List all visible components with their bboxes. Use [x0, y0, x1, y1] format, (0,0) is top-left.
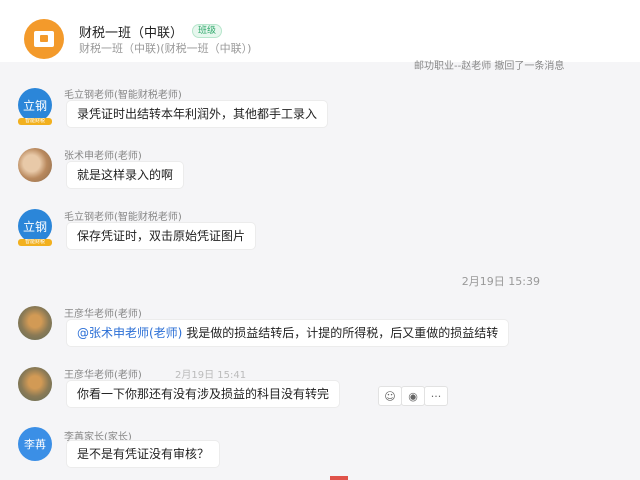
avatar[interactable] — [18, 367, 52, 401]
avatar-tag: 智能财税 — [18, 118, 52, 125]
mention-link[interactable]: @张术申老师(老师) — [77, 326, 182, 340]
class-badge: 班级 — [192, 24, 223, 38]
avatar-label: 立钢 — [22, 98, 47, 113]
message-bubble[interactable]: 录凭证时出结转本年利润外，其他都手工录入 — [67, 101, 328, 127]
message-bubble[interactable]: 是不是有凭证没有审核？ — [67, 441, 220, 467]
message-sender[interactable]: 王彦华老师(老师) — [64, 305, 142, 320]
book-icon — [34, 31, 54, 47]
avatar-tag: 智能财税 — [18, 239, 52, 246]
more-icon: ··· — [430, 389, 442, 403]
chat-header: 财税一班（中联） 班级 财税一班（中联)(财税一班（中联）) — [0, 0, 640, 62]
message-sender[interactable]: 王彦华老师(老师) — [64, 366, 142, 381]
more-button[interactable]: ··· — [424, 386, 448, 406]
bottom-bar — [0, 476, 640, 480]
time-divider-label: 2月19日 15:39 — [461, 275, 540, 288]
emoji-reaction-button[interactable]: ☺ — [378, 386, 402, 406]
message-bubble[interactable]: 你看一下你那还有没有涉及损益的科目没有转完 — [67, 381, 340, 407]
scroll-indicator — [330, 476, 348, 480]
view-button[interactable]: ◉ — [401, 386, 425, 406]
message-text: 我是做的损益结转后，计提的所得税，后又重做的损益结转 — [182, 326, 499, 340]
message-time: 2月19日 15:41 — [175, 370, 247, 381]
avatar[interactable]: 李苒 — [18, 427, 52, 461]
group-title[interactable]: 财税一班（中联） — [79, 22, 183, 41]
group-subtitle: 财税一班（中联)(财税一班（中联）) — [79, 42, 252, 55]
message-sender[interactable]: 毛立钢老师(智能财税老师) — [64, 86, 182, 101]
message-sender[interactable]: 张术申老师(老师) — [64, 147, 142, 162]
message-bubble[interactable]: @张术申老师(老师) 我是做的损益结转后，计提的所得税，后又重做的损益结转 — [67, 320, 509, 346]
message-bubble[interactable]: 就是这样录入的啊 — [67, 162, 184, 188]
message-bubble[interactable]: 保存凭证时，双击原始凭证图片 — [67, 223, 256, 249]
avatar[interactable] — [18, 148, 52, 182]
avatar[interactable]: 立钢 智能财税 — [18, 209, 52, 246]
avatar[interactable] — [18, 306, 52, 340]
avatar-label: 立钢 — [22, 219, 47, 234]
time-divider: 2月19日 15:39 — [0, 273, 640, 289]
smile-icon: ☺ — [384, 389, 396, 403]
avatar-label: 李苒 — [24, 438, 46, 451]
eye-icon: ◉ — [408, 389, 418, 403]
message-sender[interactable]: 毛立钢老师(智能财税老师) — [64, 208, 182, 223]
avatar[interactable]: 立钢 智能财税 — [18, 88, 52, 125]
recall-notice: 邮功职业--赵老师 撤回了一条消息 — [414, 61, 565, 72]
group-avatar[interactable] — [24, 19, 64, 59]
